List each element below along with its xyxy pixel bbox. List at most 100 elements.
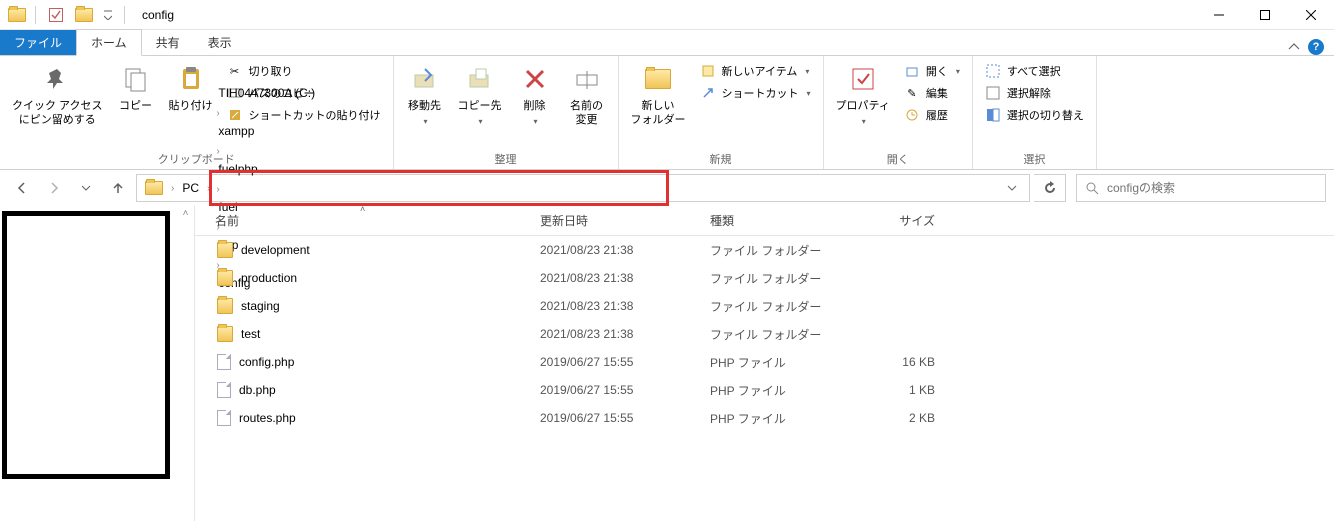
file-name: config.php — [239, 355, 294, 369]
file-row[interactable]: staging2021/08/23 21:38ファイル フォルダー — [195, 292, 1334, 320]
paste-button[interactable]: 貼り付け — [163, 59, 219, 117]
address-bar[interactable]: › PC › TIH0447300A (C:)›xampp›fuelphp›fu… — [136, 174, 1030, 202]
properties-button[interactable]: プロパティ▾ — [830, 59, 896, 132]
cut-button[interactable]: ✂切り取り — [221, 61, 387, 81]
file-row[interactable]: routes.php2019/06/27 15:55PHP ファイル2 KB — [195, 404, 1334, 432]
ribbon-tabs: ファイル ホーム 共有 表示 ? — [0, 30, 1334, 55]
edit-button[interactable]: ✎編集 — [898, 83, 966, 103]
column-name[interactable]: 名前 — [195, 212, 530, 229]
search-box[interactable] — [1076, 174, 1326, 202]
delete-button[interactable]: 削除▾ — [510, 59, 560, 132]
close-button[interactable] — [1288, 0, 1334, 30]
file-type: PHP ファイル — [700, 354, 850, 371]
refresh-button[interactable] — [1034, 174, 1066, 202]
column-size[interactable]: サイズ — [850, 212, 945, 229]
move-icon — [409, 63, 441, 95]
breadcrumb-segment[interactable]: fuelphp — [214, 157, 319, 181]
copy-to-icon — [464, 63, 496, 95]
file-row[interactable]: development2021/08/23 21:38ファイル フォルダー — [195, 236, 1334, 264]
forward-button[interactable] — [40, 174, 68, 202]
pin-quick-access-button[interactable]: クイック アクセス にピン留めする — [6, 59, 109, 132]
copy-to-button[interactable]: コピー先▾ — [452, 59, 508, 132]
file-icon — [217, 382, 231, 398]
address-dropdown-icon[interactable] — [999, 183, 1025, 193]
invert-icon — [985, 107, 1001, 123]
column-date[interactable]: 更新日時 — [530, 212, 700, 229]
scissors-icon: ✂ — [227, 63, 243, 79]
folder-icon — [217, 242, 233, 258]
file-type: PHP ファイル — [700, 382, 850, 399]
invert-selection-button[interactable]: 選択の切り替え — [979, 105, 1090, 125]
tab-share[interactable]: 共有 — [142, 30, 194, 55]
new-folder-button[interactable]: 新しい フォルダー — [625, 59, 692, 132]
select-none-button[interactable]: 選択解除 — [979, 83, 1090, 103]
chevron-right-icon[interactable]: › — [205, 183, 212, 194]
shortcut-button[interactable]: ショートカット▾ — [694, 83, 817, 103]
file-icon — [217, 410, 231, 426]
select-all-button[interactable]: すべて選択 — [979, 61, 1090, 81]
ribbon-group-clipboard: クイック アクセス にピン留めする コピー 貼り付け ✂切り取り パスのコピー … — [0, 56, 394, 169]
history-icon — [904, 107, 920, 123]
folder-icon — [217, 298, 233, 314]
qat-checkbox-icon[interactable] — [45, 4, 67, 26]
column-headers: ˄ 名前 更新日時 種類 サイズ — [195, 206, 1334, 236]
file-row[interactable]: test2021/08/23 21:38ファイル フォルダー — [195, 320, 1334, 348]
copy-button[interactable]: コピー — [111, 59, 161, 117]
tab-file[interactable]: ファイル — [0, 30, 76, 55]
collapse-ribbon-icon[interactable] — [1288, 41, 1300, 53]
back-button[interactable] — [8, 174, 36, 202]
file-icon — [217, 354, 231, 370]
scroll-up-icon[interactable]: ˄ — [177, 208, 194, 219]
navigation-pane[interactable]: ˄ — [0, 206, 195, 521]
chevron-right-icon[interactable]: › — [214, 184, 221, 195]
open-icon — [904, 63, 920, 79]
help-icon[interactable]: ? — [1308, 39, 1324, 55]
file-row[interactable]: production2021/08/23 21:38ファイル フォルダー — [195, 264, 1334, 292]
file-size: 16 KB — [850, 355, 945, 369]
breadcrumb-segment[interactable]: xampp — [214, 119, 319, 143]
rename-icon — [571, 63, 603, 95]
folder-icon — [217, 326, 233, 342]
minimize-button[interactable] — [1196, 0, 1242, 30]
content-pane: ˄ 名前 更新日時 種類 サイズ development2021/08/23 2… — [195, 206, 1334, 521]
navigation-bar: › PC › TIH0447300A (C:)›xampp›fuelphp›fu… — [0, 170, 1334, 206]
ribbon-group-open: プロパティ▾ 開く▾ ✎編集 履歴 開く — [824, 56, 973, 169]
search-input[interactable] — [1107, 181, 1317, 195]
file-type: ファイル フォルダー — [700, 326, 850, 343]
recent-locations-button[interactable] — [72, 174, 100, 202]
file-name: db.php — [239, 383, 276, 397]
maximize-button[interactable] — [1242, 0, 1288, 30]
chevron-right-icon[interactable]: › — [169, 183, 176, 194]
file-size: 1 KB — [850, 383, 945, 397]
chevron-right-icon[interactable]: › — [214, 146, 221, 157]
file-list: development2021/08/23 21:38ファイル フォルダーpro… — [195, 236, 1334, 521]
file-name: staging — [241, 299, 280, 313]
paste-icon — [175, 63, 207, 95]
open-button[interactable]: 開く▾ — [898, 61, 966, 81]
history-button[interactable]: 履歴 — [898, 105, 966, 125]
search-icon — [1085, 181, 1099, 195]
rename-button[interactable]: 名前の 変更 — [562, 59, 612, 132]
ribbon: クイック アクセス にピン留めする コピー 貼り付け ✂切り取り パスのコピー … — [0, 55, 1334, 170]
tab-view[interactable]: 表示 — [194, 30, 246, 55]
qat-dropdown-icon[interactable] — [101, 4, 115, 26]
new-item-button[interactable]: 新しいアイテム▾ — [694, 61, 817, 81]
breadcrumb-segment[interactable]: TIH0447300A (C:) — [214, 81, 319, 105]
file-row[interactable]: config.php2019/06/27 15:55PHP ファイル16 KB — [195, 348, 1334, 376]
up-button[interactable] — [104, 174, 132, 202]
app-folder-icon — [8, 8, 26, 22]
delete-icon — [519, 63, 551, 95]
qat-folder-icon[interactable] — [73, 4, 95, 26]
file-row[interactable]: db.php 2019/06/27 15:55PHP ファイル1 KB — [195, 376, 1334, 404]
tab-home[interactable]: ホーム — [76, 29, 142, 56]
select-none-icon — [985, 85, 1001, 101]
main-area: ˄ ˄ 名前 更新日時 種類 サイズ development2021/08/23… — [0, 206, 1334, 521]
ribbon-group-new: 新しい フォルダー 新しいアイテム▾ ショートカット▾ 新規 — [619, 56, 824, 169]
breadcrumb-pc[interactable]: PC — [178, 176, 203, 200]
chevron-right-icon[interactable]: › — [214, 108, 221, 119]
move-to-button[interactable]: 移動先▾ — [400, 59, 450, 132]
file-type: PHP ファイル — [700, 410, 850, 427]
ribbon-group-organize: 移動先▾ コピー先▾ 削除▾ 名前の 変更 整理 — [394, 56, 619, 169]
file-date: 2019/06/27 15:55 — [530, 383, 700, 397]
column-type[interactable]: 種類 — [700, 212, 850, 229]
